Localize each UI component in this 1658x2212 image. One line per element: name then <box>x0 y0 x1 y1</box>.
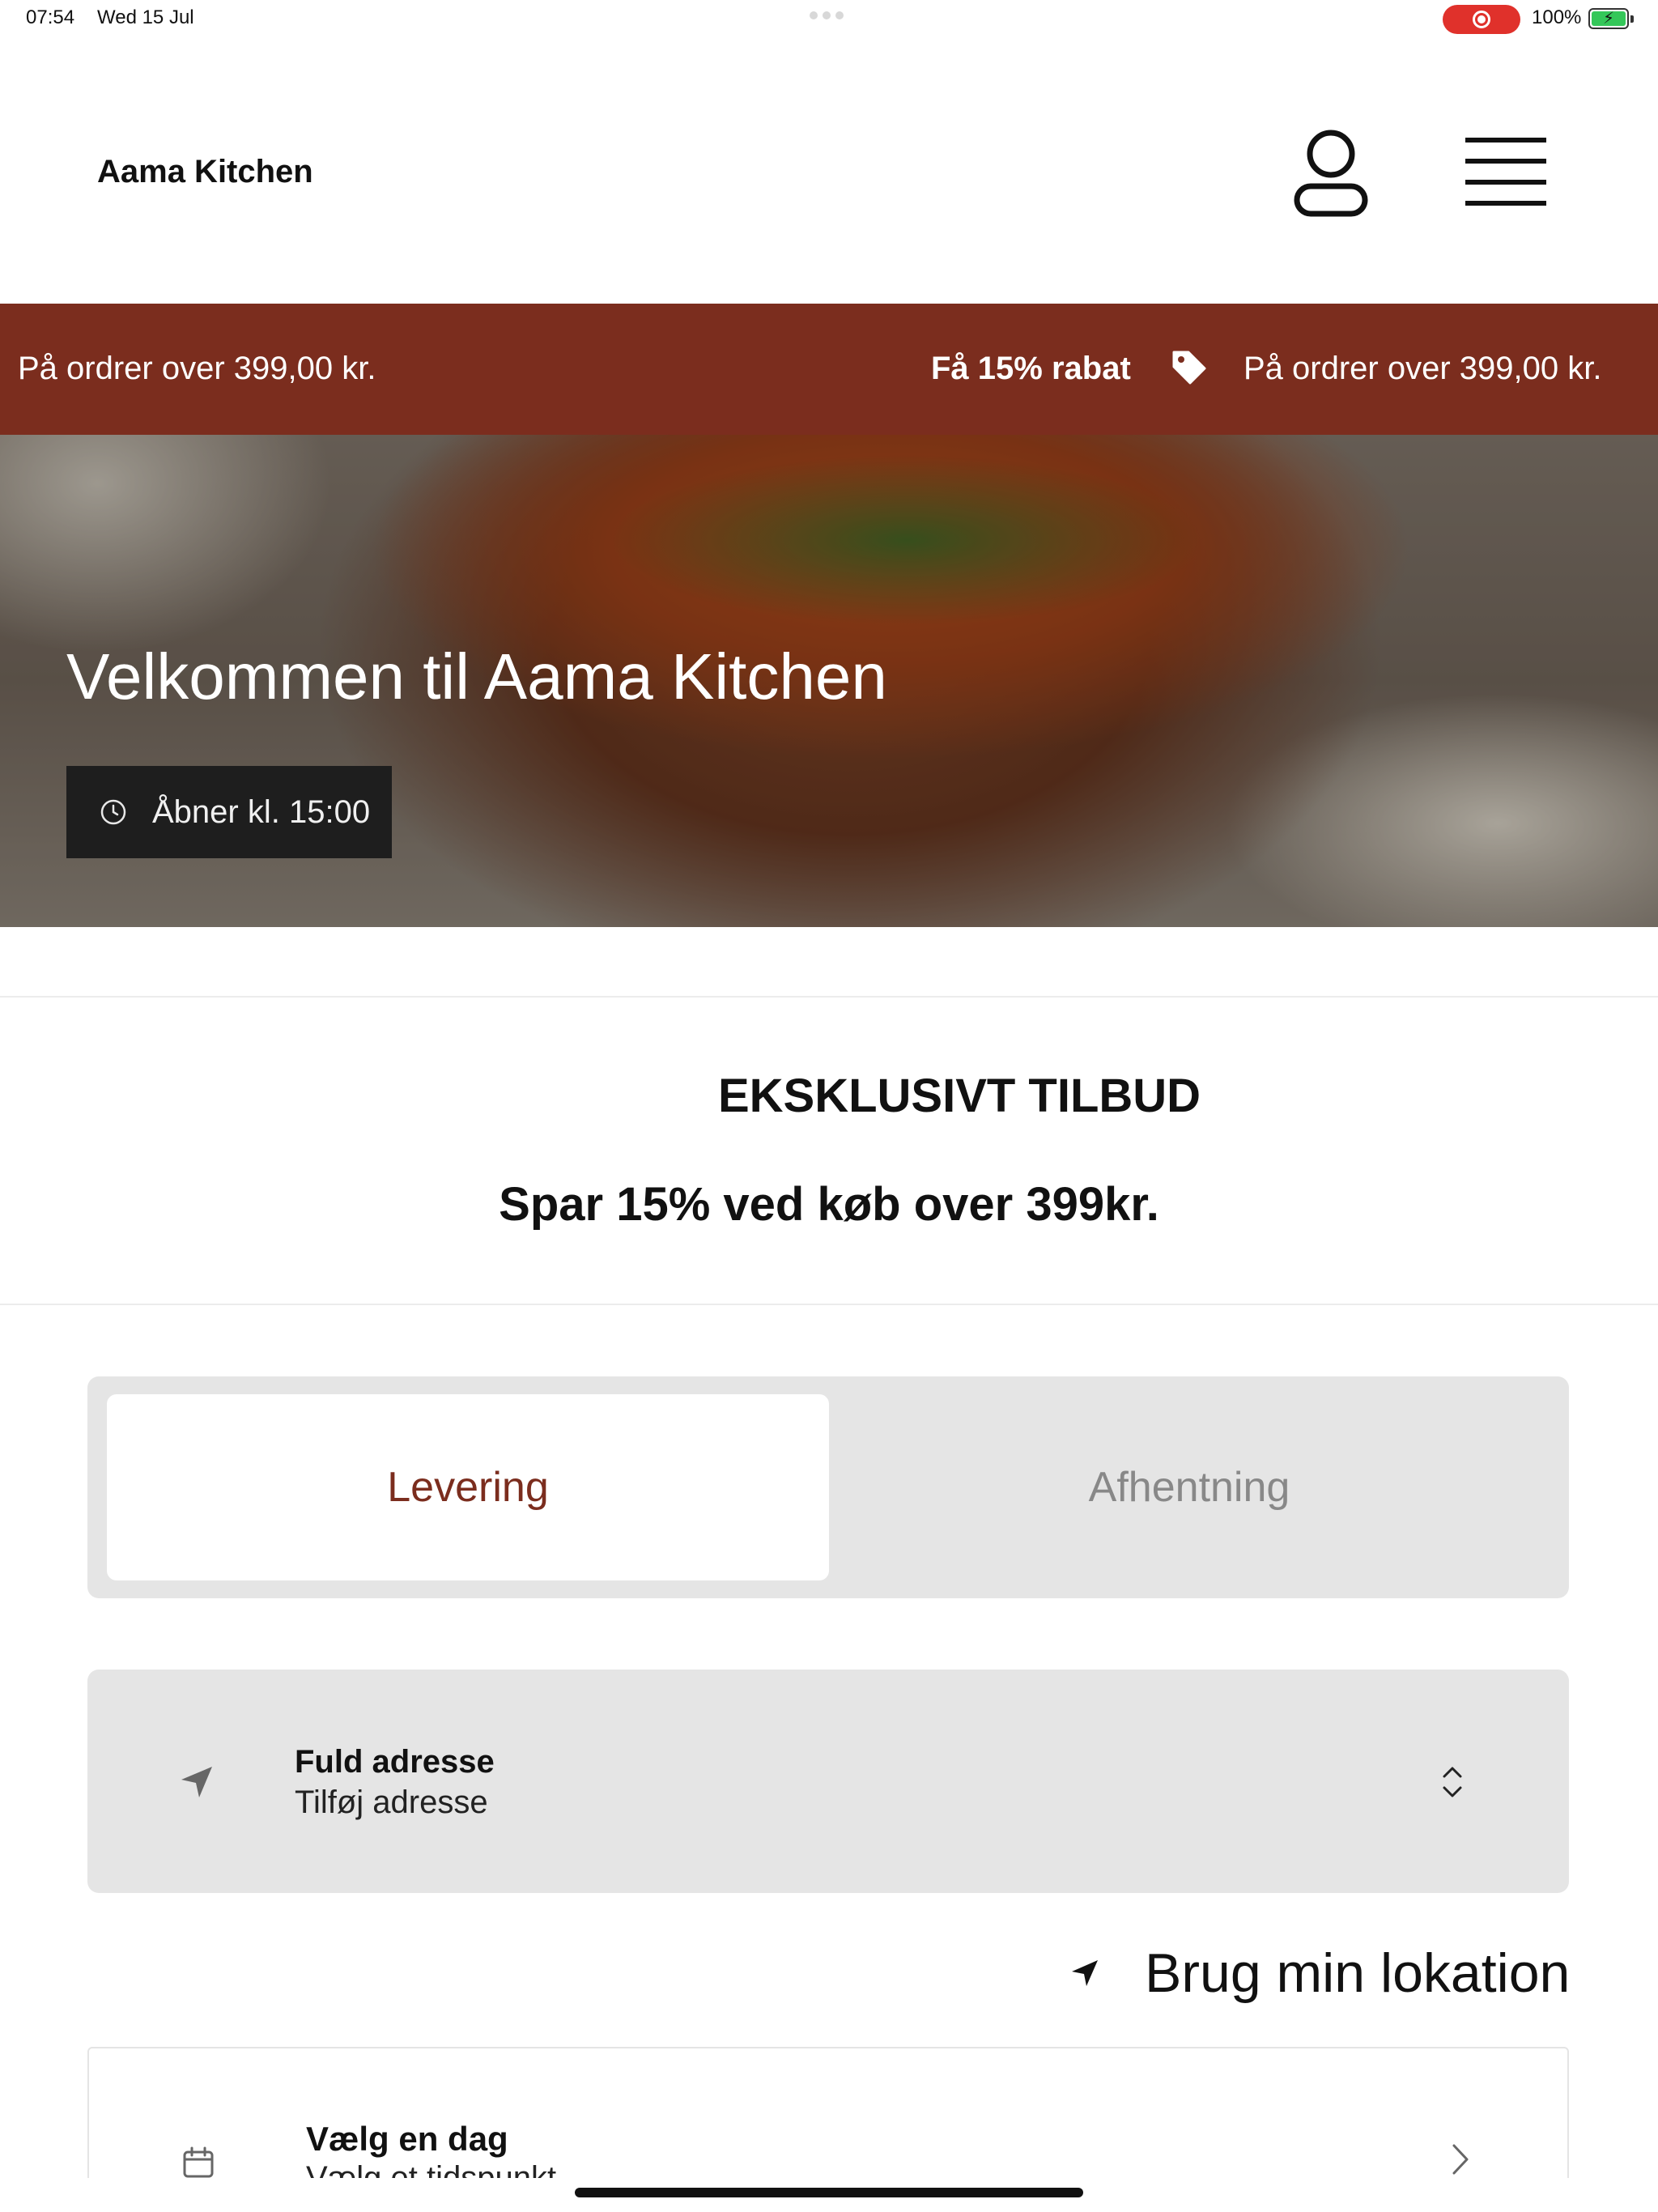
calendar-icon <box>183 2146 214 2178</box>
brand-name[interactable]: Aama Kitchen <box>97 154 313 190</box>
promo-text-left: På ordrer over 399,00 kr. <box>18 351 376 386</box>
address-label: Fuld adresse <box>295 1744 495 1780</box>
chevron-right-icon <box>1452 2144 1469 2175</box>
location-arrow-icon <box>1072 1960 1098 1986</box>
home-indicator[interactable] <box>575 2188 1083 2197</box>
day-label: Vælg en dag <box>306 2120 508 2158</box>
offer-subtitle: Spar 15% ved køb over 399kr. <box>499 1178 1159 1231</box>
opening-hours-text: Åbner kl. 15:00 <box>152 793 371 830</box>
address-value: Tilføj adresse <box>295 1784 488 1820</box>
status-date: Wed 15 Jul <box>97 6 194 28</box>
profile-icon[interactable] <box>1292 126 1370 217</box>
battery-icon: ⚡ <box>1588 8 1634 29</box>
promo-text-right: På ordrer over 399,00 kr. <box>1244 351 1602 386</box>
divider <box>0 1304 1658 1305</box>
location-arrow-icon <box>181 1767 212 1797</box>
status-time: 07:54 <box>26 6 75 28</box>
promo-highlight: Få 15% rabat <box>931 351 1131 386</box>
offer-title: EKSKLUSIVT TILBUD <box>717 1070 1201 1122</box>
divider <box>0 996 1658 998</box>
address-selector[interactable]: Fuld adresse Tilføj adresse <box>87 1670 1569 1893</box>
use-my-location-label: Brug min lokation <box>1145 1942 1571 2004</box>
promo-banner: På ordrer over 399,00 kr. Få 15% rabat P… <box>0 304 1658 435</box>
tab-levering[interactable]: Levering <box>107 1394 829 1580</box>
battery-percentage: 100% <box>1532 6 1582 28</box>
use-my-location-button[interactable]: Brug min lokation <box>1069 1942 1570 2005</box>
multitasking-dots-icon[interactable] <box>810 11 848 19</box>
opening-hours-badge: Åbner kl. 15:00 <box>66 766 392 858</box>
chevron-up-down-icon <box>1443 1767 1462 1797</box>
tab-afhentning[interactable]: Afhentning <box>829 1394 1550 1580</box>
menu-icon[interactable] <box>1464 136 1548 207</box>
hero-title: Velkommen til Aama Kitchen <box>66 640 887 713</box>
clock-icon <box>100 799 126 825</box>
screen-recording-icon[interactable] <box>1443 5 1520 34</box>
tag-icon <box>1172 351 1206 385</box>
